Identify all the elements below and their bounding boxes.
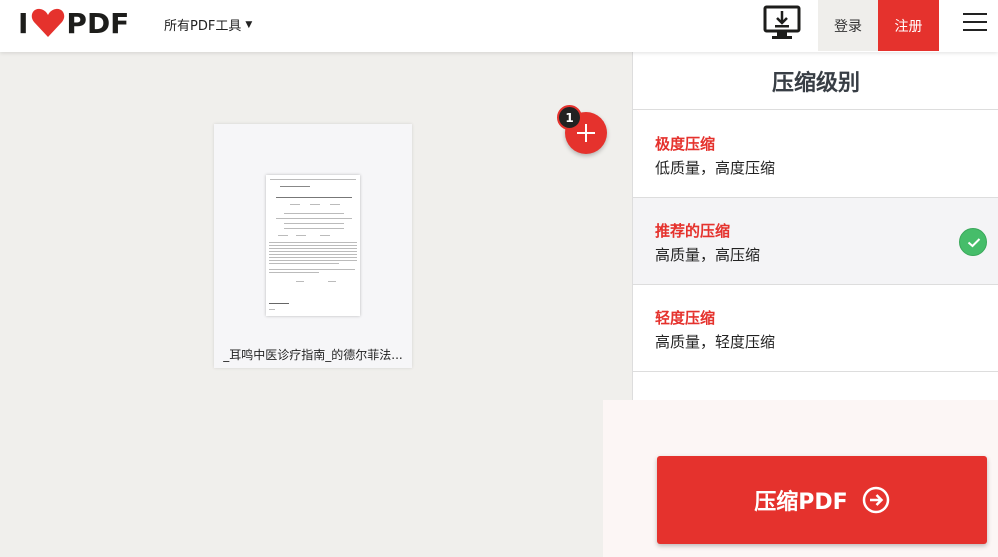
file-workspace: _耳鸣中医诊疗指南_的德尔菲法... 1 xyxy=(0,52,632,557)
option-title: 推荐的压缩 xyxy=(655,222,731,240)
compression-sidebar: 压缩级别 极度压缩 低质量，高度压缩 推荐的压缩 高质量，高压缩 轻度压缩 高质… xyxy=(603,52,998,557)
all-pdf-tools-menu[interactable]: 所有PDF工具 ▼ xyxy=(164,15,252,34)
option-description: 高质量，高压缩 xyxy=(655,246,761,264)
all-pdf-tools-label: 所有PDF工具 xyxy=(164,19,242,34)
register-button[interactable]: 注册 xyxy=(878,0,939,51)
ilovepdf-logo[interactable]: I PDF xyxy=(18,6,130,40)
option-description: 高质量，轻度压缩 xyxy=(655,333,776,351)
compress-pdf-label: 压缩PDF xyxy=(754,490,848,515)
desktop-download-button[interactable] xyxy=(763,5,801,41)
caret-down-icon: ▼ xyxy=(245,19,253,30)
file-count-badge: 1 xyxy=(557,105,582,130)
option-title: 轻度压缩 xyxy=(655,309,716,327)
logo-i: I xyxy=(18,6,29,40)
desktop-download-icon xyxy=(763,5,801,39)
login-button[interactable]: 登录 xyxy=(818,0,878,51)
option-description: 低质量，高度压缩 xyxy=(655,159,776,177)
pdf-page-thumbnail xyxy=(266,175,360,316)
logo-pdf: PDF xyxy=(66,6,130,40)
option-recommended-compression[interactable]: 推荐的压缩 高质量，高压缩 xyxy=(633,198,998,285)
arrow-circle-right-icon xyxy=(862,486,889,514)
option-low-compression[interactable]: 轻度压缩 高质量，轻度压缩 xyxy=(633,285,998,372)
check-icon xyxy=(959,228,987,256)
compress-pdf-button[interactable]: 压缩PDF xyxy=(657,456,987,544)
option-extreme-compression[interactable]: 极度压缩 低质量，高度压缩 xyxy=(633,111,998,198)
file-name-label: _耳鸣中医诊疗指南_的德尔菲法... xyxy=(223,348,403,362)
top-header: I PDF 所有PDF工具 ▼ 登录 注册 xyxy=(0,0,998,52)
file-card[interactable]: _耳鸣中医诊疗指南_的德尔菲法... xyxy=(214,124,412,368)
hamburger-menu-icon[interactable] xyxy=(963,13,987,33)
heart-logo-icon xyxy=(32,8,65,38)
option-title: 极度压缩 xyxy=(655,135,716,153)
sidebar-title: 压缩级别 xyxy=(633,52,998,110)
